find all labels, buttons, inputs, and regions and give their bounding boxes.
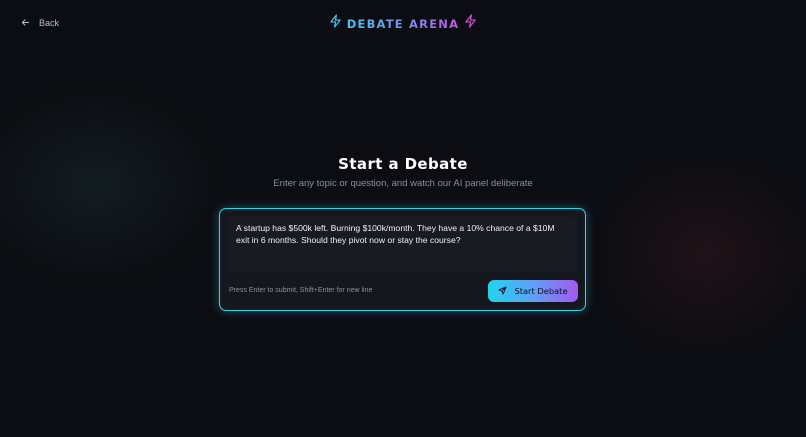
topic-input[interactable]: A startup has $500k left. Burning $100k/… xyxy=(228,217,577,273)
page-title: Start a Debate xyxy=(338,155,468,173)
send-icon xyxy=(498,285,507,297)
start-debate-label: Start Debate xyxy=(514,286,568,296)
page-subtitle: Enter any topic or question, and watch o… xyxy=(273,178,533,189)
brand-logo: DEBATE ARENA xyxy=(0,14,806,33)
brand-name: DEBATE ARENA xyxy=(346,16,460,31)
lightning-icon xyxy=(464,14,477,33)
page: Back DEBATE ARENA Start a Debate Enter a… xyxy=(0,0,806,437)
keyboard-hint: Press Enter to submit, Shift+Enter for n… xyxy=(229,287,373,294)
debate-composer: A startup has $500k left. Burning $100k/… xyxy=(219,208,586,311)
lightning-icon xyxy=(329,14,342,33)
start-debate-button[interactable]: Start Debate xyxy=(488,280,578,302)
